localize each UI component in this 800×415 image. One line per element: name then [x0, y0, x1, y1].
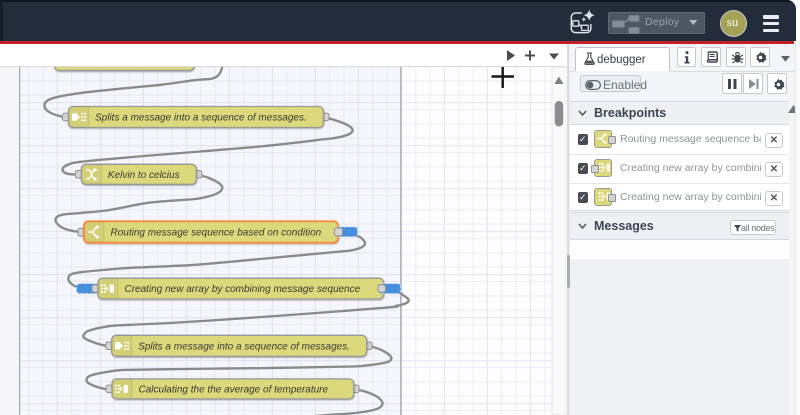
svg-text:Calculating the the average of: Calculating the the average of temperatu… [139, 384, 329, 395]
svg-text:Creating new array by combinin: Creating new array by combining message … [125, 284, 361, 295]
svg-text:Splits a message into a sequen: Splits a message into a sequence of mess… [138, 341, 350, 352]
svg-text:Kelvin to celcius: Kelvin to celcius [108, 170, 180, 181]
svg-text:Routing message sequence based: Routing message sequence based on condit… [111, 228, 322, 239]
svg-text:Splits a message into a sequen: Splits a message into a sequence of mess… [95, 113, 307, 124]
